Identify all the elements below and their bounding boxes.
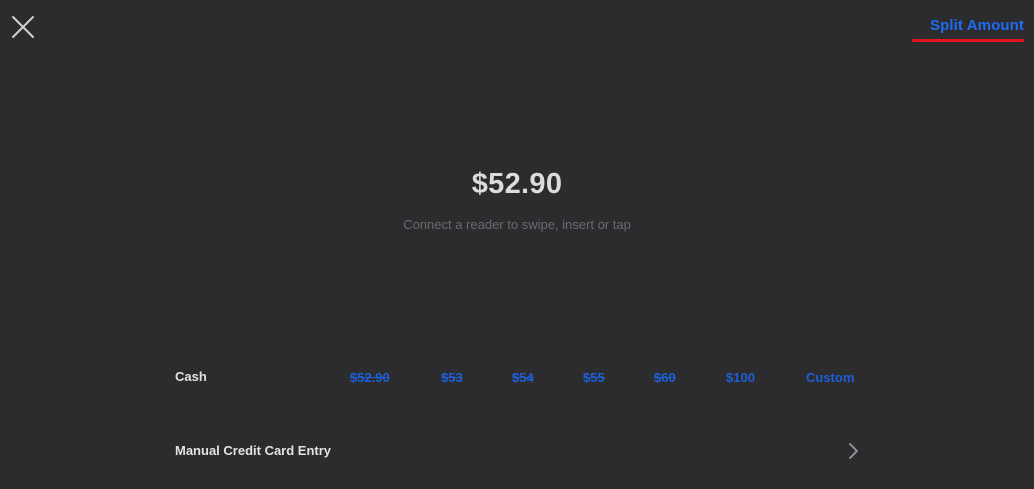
cash-label: Cash	[175, 369, 207, 384]
cash-option-100[interactable]: $100	[726, 370, 755, 385]
reader-hint: Connect a reader to swipe, insert or tap	[403, 217, 631, 232]
cash-row: Cash $52.90 $53 $54 $55 $60 $100 Custom	[175, 369, 865, 389]
cash-option-53[interactable]: $53	[441, 370, 463, 385]
cash-option-55[interactable]: $55	[583, 370, 605, 385]
close-button[interactable]	[9, 13, 37, 41]
manual-credit-card-entry-row[interactable]: Manual Credit Card Entry	[175, 437, 865, 465]
cash-option-custom[interactable]: Custom	[806, 370, 854, 385]
amount-display: $52.90 Connect a reader to swipe, insert…	[0, 168, 1034, 232]
cash-option-60[interactable]: $60	[654, 370, 676, 385]
close-icon	[12, 16, 34, 38]
chevron-right-icon	[849, 443, 858, 459]
cash-option-54[interactable]: $54	[512, 370, 534, 385]
payment-screen: Split Amount $52.90 Connect a reader to …	[0, 0, 1034, 489]
total-amount: $52.90	[471, 168, 563, 200]
split-amount-underline	[912, 39, 1024, 42]
manual-entry-label: Manual Credit Card Entry	[175, 443, 332, 458]
split-amount-area: Split Amount	[912, 17, 1024, 42]
cash-option-exact[interactable]: $52.90	[350, 370, 390, 385]
split-amount-button[interactable]: Split Amount	[930, 17, 1024, 34]
